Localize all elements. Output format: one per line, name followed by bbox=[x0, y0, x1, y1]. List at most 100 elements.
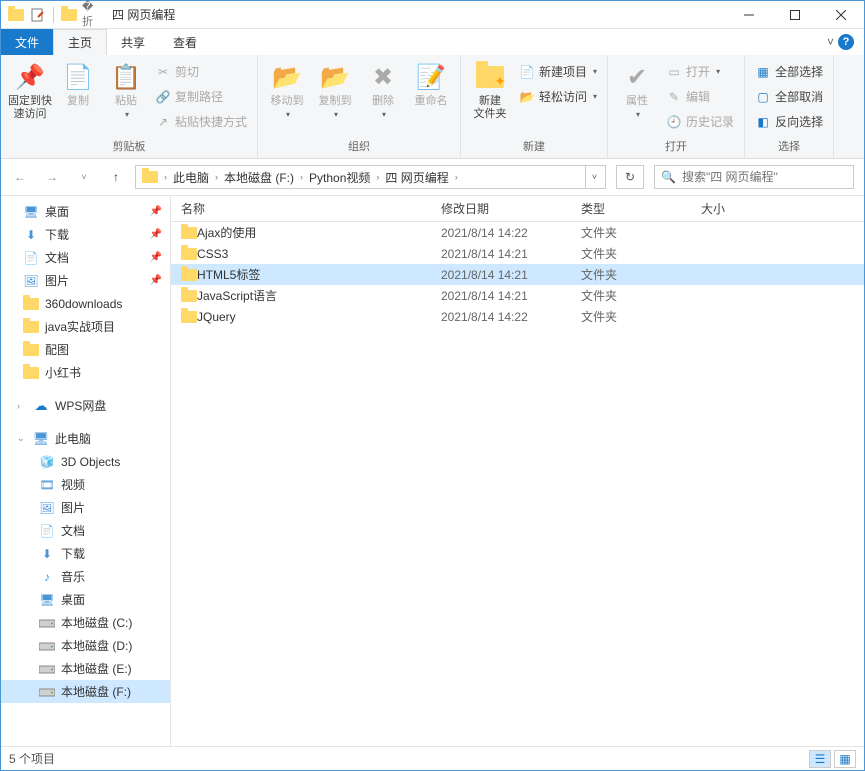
tab-share[interactable]: 共享 bbox=[107, 29, 159, 55]
column-headers: 名称 修改日期 类型 大小 bbox=[171, 196, 864, 222]
ribbon-group-organize: 📂移动到▾ 📂复制到▾ ✖删除▾ 📝重命名 组织 bbox=[258, 55, 461, 158]
maximize-button[interactable] bbox=[772, 1, 818, 29]
edit-button[interactable]: ✎编辑 bbox=[662, 86, 738, 107]
search-input[interactable] bbox=[682, 170, 847, 184]
sidebar-item[interactable]: 🖥桌面📌 bbox=[1, 200, 170, 223]
chevron-down-icon[interactable]: ˅ bbox=[827, 35, 834, 49]
sidebar-item[interactable]: 🎞视频 bbox=[1, 473, 170, 496]
folder-icon bbox=[23, 319, 39, 335]
sidebar-item[interactable]: 小红书 bbox=[1, 361, 170, 384]
chevron-right-icon[interactable]: › bbox=[213, 172, 220, 182]
refresh-button[interactable]: ↻ bbox=[616, 165, 644, 189]
pin-quick-access-button[interactable]: 📌 固定到快 速访问 bbox=[7, 57, 53, 129]
sidebar-item[interactable]: 本地磁盘 (E:) bbox=[1, 657, 170, 680]
file-row[interactable]: Ajax的使用2021/8/14 14:22文件夹 bbox=[171, 222, 864, 243]
sidebar-item[interactable]: 🖥桌面 bbox=[1, 588, 170, 611]
address-dropdown[interactable]: ˅ bbox=[585, 166, 603, 188]
tab-home[interactable]: 主页 bbox=[53, 29, 107, 55]
file-row[interactable]: JQuery2021/8/14 14:22文件夹 bbox=[171, 306, 864, 327]
sidebar-item[interactable]: 🧊3D Objects bbox=[1, 450, 170, 473]
paste-button[interactable]: 📋 粘贴 ▾ bbox=[103, 57, 149, 129]
chevron-right-icon[interactable]: › bbox=[453, 172, 460, 182]
qat-customize-icon[interactable]: �折 bbox=[82, 6, 100, 24]
navigation-pane[interactable]: 🖥桌面📌⬇下载📌📄文档📌🖼图片📌360downloadsjava实战项目配图小红… bbox=[1, 196, 171, 746]
file-list[interactable]: Ajax的使用2021/8/14 14:22文件夹CSS32021/8/14 1… bbox=[171, 222, 864, 746]
column-name[interactable]: 名称 bbox=[171, 200, 431, 217]
sidebar-item-thispc[interactable]: ⌄🖥此电脑 bbox=[1, 427, 170, 450]
address-bar: ← → ˅ ↑ › 此电脑 › 本地磁盘 (F:) › Python视频 › 四… bbox=[1, 159, 864, 195]
sidebar-item[interactable]: 📄文档📌 bbox=[1, 246, 170, 269]
file-name: HTML5标签 bbox=[197, 266, 431, 283]
sidebar-item[interactable]: ⬇下载 bbox=[1, 542, 170, 565]
file-row[interactable]: HTML5标签2021/8/14 14:21文件夹 bbox=[171, 264, 864, 285]
delete-button[interactable]: ✖删除▾ bbox=[360, 57, 406, 129]
select-all-button[interactable]: ▦全部选择 bbox=[751, 61, 827, 82]
sidebar-item[interactable]: ♪音乐 bbox=[1, 565, 170, 588]
back-button[interactable]: ← bbox=[11, 168, 29, 186]
folder-icon bbox=[171, 248, 197, 260]
sidebar-item[interactable]: 📄文档 bbox=[1, 519, 170, 542]
folder-open-icon[interactable] bbox=[60, 6, 78, 24]
file-date: 2021/8/14 14:22 bbox=[431, 226, 571, 240]
paste-shortcut-button[interactable]: ↗粘贴快捷方式 bbox=[151, 111, 251, 132]
sidebar-item[interactable]: ⬇下载📌 bbox=[1, 223, 170, 246]
help-icon[interactable]: ? bbox=[838, 34, 854, 50]
recent-dropdown[interactable]: ˅ bbox=[75, 168, 93, 186]
open-button[interactable]: ▭打开▾ bbox=[662, 61, 738, 82]
sidebar-item[interactable]: 本地磁盘 (F:) bbox=[1, 680, 170, 703]
search-icon: 🔍 bbox=[661, 170, 676, 184]
move-to-button[interactable]: 📂移动到▾ bbox=[264, 57, 310, 129]
music-icon: ♪ bbox=[39, 569, 55, 585]
breadcrumb[interactable]: › 此电脑 › 本地磁盘 (F:) › Python视频 › 四 网页编程 › … bbox=[135, 165, 606, 189]
tab-view[interactable]: 查看 bbox=[159, 29, 211, 55]
history-button[interactable]: 🕘历史记录 bbox=[662, 111, 738, 132]
chevron-right-icon[interactable]: › bbox=[162, 172, 169, 182]
rename-button[interactable]: 📝重命名 bbox=[408, 57, 454, 129]
file-row[interactable]: CSS32021/8/14 14:21文件夹 bbox=[171, 243, 864, 264]
new-item-icon: 📄 bbox=[519, 64, 535, 80]
ribbon-help[interactable]: ˅ ? bbox=[823, 29, 858, 55]
desktop-icon: 🖥 bbox=[39, 592, 55, 608]
properties-button[interactable]: ✔属性▾ bbox=[614, 57, 660, 129]
sidebar-item[interactable]: 本地磁盘 (C:) bbox=[1, 611, 170, 634]
tab-file[interactable]: 文件 bbox=[1, 29, 53, 55]
sidebar-item-wps[interactable]: ›☁WPS网盘 bbox=[1, 394, 170, 417]
column-date[interactable]: 修改日期 bbox=[431, 200, 571, 217]
search-box[interactable]: 🔍 bbox=[654, 165, 854, 189]
file-row[interactable]: JavaScript语言2021/8/14 14:21文件夹 bbox=[171, 285, 864, 306]
column-type[interactable]: 类型 bbox=[571, 200, 691, 217]
sidebar-item[interactable]: 配图 bbox=[1, 338, 170, 361]
up-button[interactable]: ↑ bbox=[107, 168, 125, 186]
properties-qat-icon[interactable] bbox=[29, 6, 47, 24]
minimize-button[interactable] bbox=[726, 1, 772, 29]
sidebar-item[interactable]: java实战项目 bbox=[1, 315, 170, 338]
sidebar-item[interactable]: 🖼图片 bbox=[1, 496, 170, 519]
titlebar: �折 四 网页编程 bbox=[1, 1, 864, 29]
breadcrumb-item[interactable]: 四 网页编程 bbox=[381, 166, 452, 188]
chevron-right-icon[interactable]: › bbox=[298, 172, 305, 182]
copy-to-button[interactable]: 📂复制到▾ bbox=[312, 57, 358, 129]
column-size[interactable]: 大小 bbox=[691, 200, 864, 217]
cut-button[interactable]: ✂剪切 bbox=[151, 61, 251, 82]
breadcrumb-item[interactable]: Python视频 bbox=[305, 166, 374, 188]
sidebar-item[interactable]: 360downloads bbox=[1, 292, 170, 315]
invert-selection-button[interactable]: ◧反向选择 bbox=[751, 111, 827, 132]
breadcrumb-item[interactable]: 此电脑 bbox=[169, 166, 213, 188]
pin-icon: 📌 bbox=[150, 275, 162, 286]
sidebar-item[interactable]: 🖼图片📌 bbox=[1, 269, 170, 292]
sidebar-item[interactable]: 本地磁盘 (D:) bbox=[1, 634, 170, 657]
new-item-button[interactable]: 📄新建项目▾ bbox=[515, 61, 601, 82]
breadcrumb-item[interactable]: 本地磁盘 (F:) bbox=[220, 166, 298, 188]
details-view-button[interactable]: ☰ bbox=[809, 750, 831, 768]
close-button[interactable] bbox=[818, 1, 864, 29]
new-folder-button[interactable]: 新建 文件夹 bbox=[467, 57, 513, 129]
pin-icon: 📌 bbox=[150, 229, 162, 240]
copy-path-button[interactable]: 🔗复制路径 bbox=[151, 86, 251, 107]
copy-button[interactable]: 📄 复制 bbox=[55, 57, 101, 129]
cloud-icon: ☁ bbox=[33, 398, 49, 414]
chevron-right-icon[interactable]: › bbox=[374, 172, 381, 182]
easy-access-button[interactable]: 📂轻松访问▾ bbox=[515, 86, 601, 107]
select-none-button[interactable]: ▢全部取消 bbox=[751, 86, 827, 107]
forward-button[interactable]: → bbox=[43, 168, 61, 186]
icons-view-button[interactable]: ▦ bbox=[834, 750, 856, 768]
